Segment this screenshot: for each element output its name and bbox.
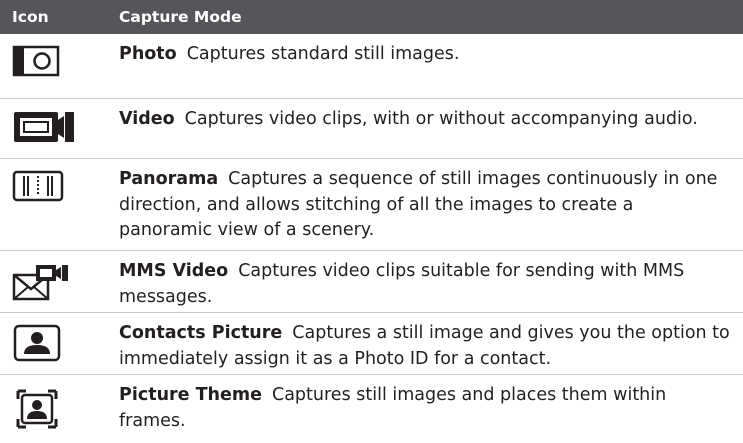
- table-row-contacts-picture: Contacts Picture Captures a still image a…: [0, 313, 743, 374]
- mode-title: Panorama: [119, 169, 219, 189]
- row-text: Video Captures video clips, with or witho…: [119, 107, 731, 133]
- row-text: Panorama Captures a sequence of still ima…: [119, 167, 731, 244]
- table-row-video: Video Captures video clips, with or witho…: [0, 99, 743, 158]
- icon-cell: [0, 34, 119, 98]
- mode-description: Captures video clips, with or without ac…: [184, 109, 698, 129]
- icon-cell: [0, 251, 119, 312]
- table-row-photo: Photo Captures standard still images.: [0, 34, 743, 98]
- table-header: Icon Capture Mode: [0, 0, 743, 34]
- table-row-panorama: Panorama Captures a sequence of still ima…: [0, 159, 743, 250]
- row-text: MMS Video Captures video clips suitable f…: [119, 259, 731, 310]
- panorama-icon: [12, 170, 64, 202]
- icon-cell: [0, 313, 119, 374]
- icon-cell: [0, 99, 119, 158]
- header-icon-label: Icon: [12, 8, 49, 26]
- mode-title: MMS Video: [119, 261, 229, 281]
- icon-cell: [0, 375, 119, 443]
- mode-title: Contacts Picture: [119, 323, 283, 343]
- table-row-mms-video: MMS Video Captures video clips suitable f…: [0, 251, 743, 312]
- contacts-picture-icon: [13, 324, 61, 362]
- mode-title: Picture Theme: [119, 385, 262, 405]
- mode-description: Captures standard still images.: [186, 44, 460, 64]
- row-text: Picture Theme Captures still images and p…: [119, 383, 731, 434]
- mode-title: Video: [119, 109, 175, 129]
- table-row-picture-theme: Picture Theme Captures still images and p…: [0, 375, 743, 443]
- row-text: Photo Captures standard still images.: [119, 42, 731, 68]
- row-text: Contacts Picture Captures a still image a…: [119, 321, 731, 372]
- video-icon: [14, 112, 74, 142]
- picture-theme-icon: [16, 389, 58, 429]
- mms-video-icon: [12, 265, 68, 301]
- header-capture-mode-label: Capture Mode: [119, 8, 242, 26]
- icon-cell: [0, 159, 119, 250]
- photo-icon: [12, 45, 60, 77]
- mode-title: Photo: [119, 44, 177, 64]
